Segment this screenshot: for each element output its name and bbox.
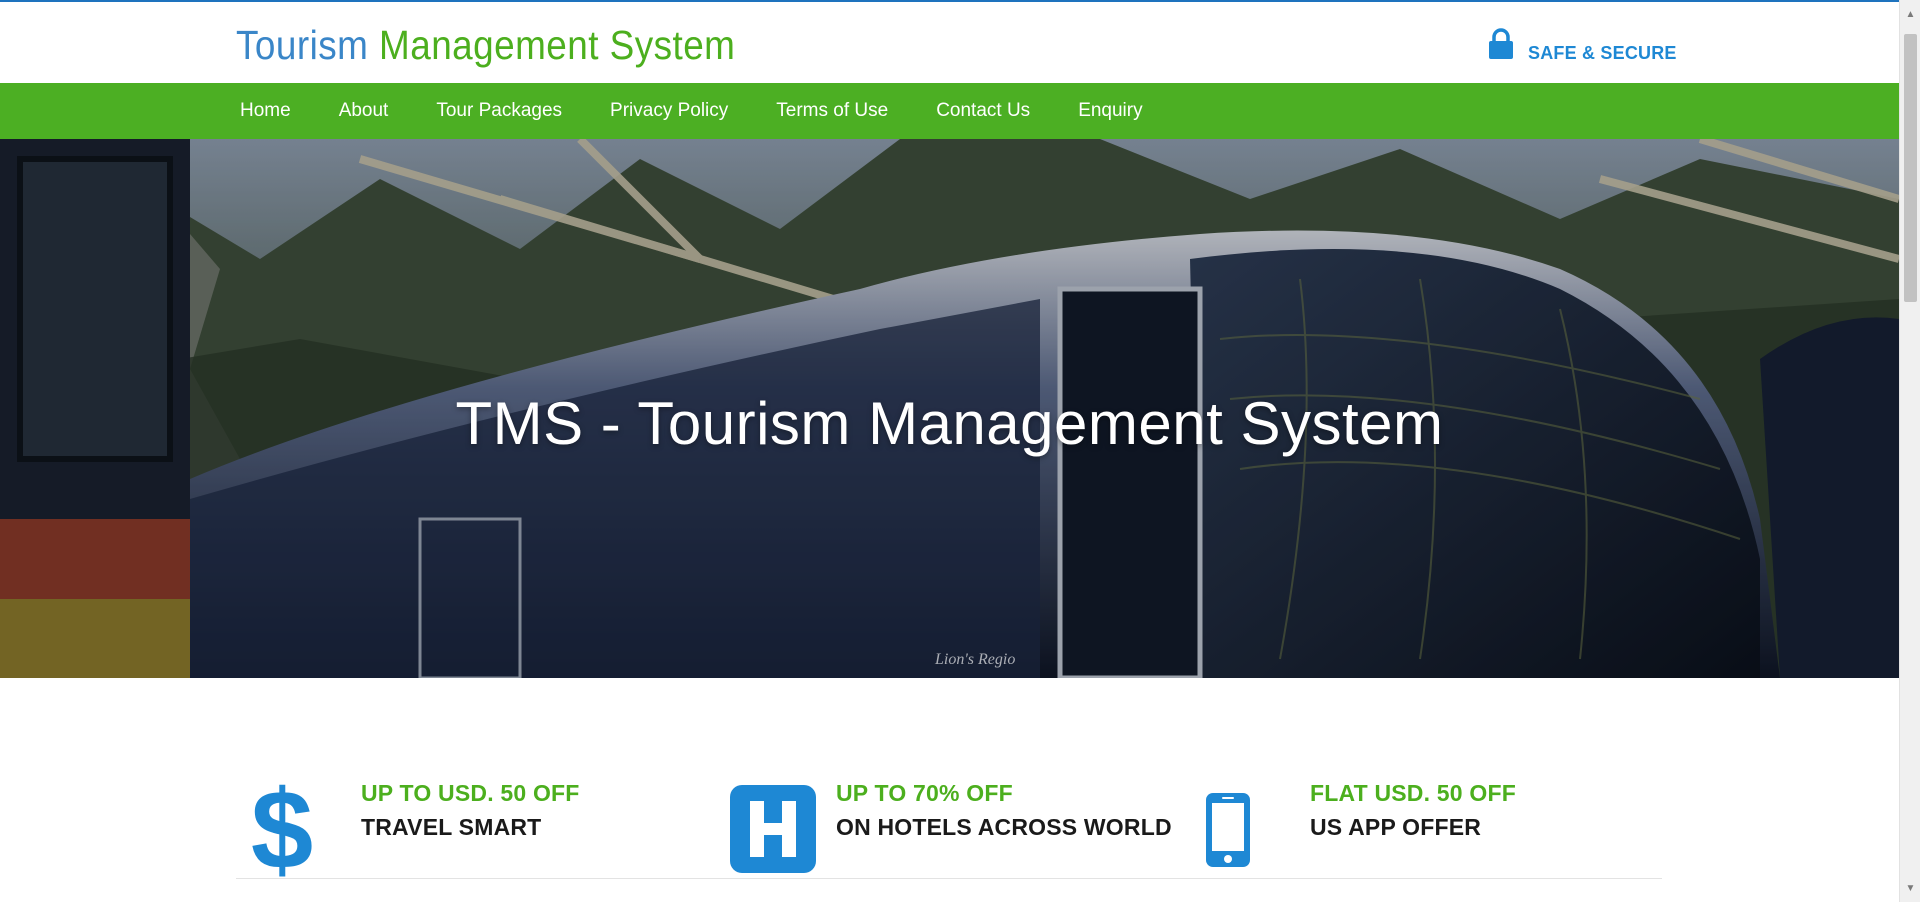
promo-headline: UP TO 70% OFF: [836, 780, 1013, 806]
hero-title: TMS - Tourism Management System: [455, 390, 1444, 457]
site-logo[interactable]: Tourism Management System: [236, 22, 735, 69]
section-divider: [236, 878, 1662, 879]
site-header: Tourism Management System SAFE & SECURE: [0, 2, 1899, 83]
nav-contact-us[interactable]: Contact Us: [934, 96, 1032, 126]
promo-subline: ON HOTELS ACROSS WORLD: [836, 814, 1172, 840]
dollar-icon: $: [252, 770, 312, 880]
safe-secure-badge: SAFE & SECURE: [1488, 28, 1677, 63]
promo-hotels: UP TO 70% OFF ON HOTELS ACROSS WORLD: [730, 770, 1172, 880]
nav-about[interactable]: About: [337, 96, 391, 126]
scroll-down-arrow-icon[interactable]: ▼: [1900, 876, 1920, 900]
lock-icon: [1489, 28, 1513, 59]
nav-enquiry[interactable]: Enquiry: [1076, 96, 1144, 126]
nav-home[interactable]: Home: [238, 96, 293, 126]
page-scrollbar[interactable]: ▲ ▼: [1899, 0, 1920, 902]
logo-word-tourism: Tourism: [236, 22, 369, 68]
hospital-h-icon: [730, 785, 816, 873]
main-navigation: Home About Tour Packages Privacy Policy …: [0, 83, 1899, 139]
promo-subline: TRAVEL SMART: [361, 814, 542, 840]
hero-banner: Lion's Regio TMS - Tourism Management Sy…: [0, 139, 1899, 678]
nav-tour-packages[interactable]: Tour Packages: [434, 96, 564, 126]
nav-privacy-policy[interactable]: Privacy Policy: [608, 96, 730, 126]
promo-headline: UP TO USD. 50 OFF: [361, 780, 580, 806]
promo-travel-smart: $ UP TO USD. 50 OFF TRAVEL SMART: [252, 770, 632, 880]
promo-app-offer: FLAT USD. 50 OFF US APP OFFER: [1205, 770, 1605, 880]
logo-word-management-system: Management System: [379, 22, 736, 68]
promo-subline: US APP OFFER: [1310, 814, 1482, 840]
promo-headline: FLAT USD. 50 OFF: [1310, 780, 1516, 806]
scroll-up-arrow-icon[interactable]: ▲: [1900, 2, 1920, 26]
safe-secure-label: SAFE & SECURE: [1528, 43, 1677, 63]
svg-text:$: $: [252, 770, 312, 880]
mobile-phone-icon: [1206, 793, 1250, 867]
nav-terms-of-use[interactable]: Terms of Use: [774, 96, 890, 126]
scrollbar-thumb[interactable]: [1904, 34, 1917, 302]
